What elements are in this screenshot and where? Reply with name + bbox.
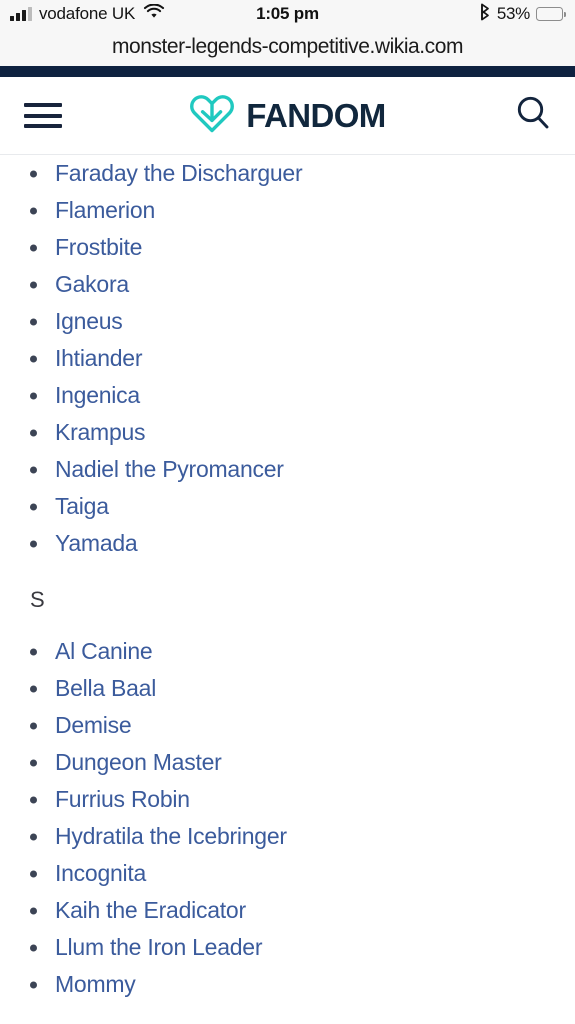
brand-name: FANDOM: [246, 97, 386, 134]
monster-link[interactable]: Llum the Iron Leader: [55, 936, 263, 959]
monster-link[interactable]: Igneus: [55, 310, 123, 333]
list-item: Igneus: [0, 303, 575, 340]
monster-link[interactable]: Incognita: [55, 862, 146, 885]
monster-link[interactable]: Ingenica: [55, 384, 140, 407]
monster-link[interactable]: Krampus: [55, 421, 146, 444]
list-bullet-icon: [30, 648, 37, 655]
list-bullet-icon: [30, 759, 37, 766]
fandom-logo-link[interactable]: FANDOM: [189, 92, 386, 139]
list-bullet-icon: [30, 392, 37, 399]
monster-link[interactable]: Frostbite: [55, 236, 142, 259]
mobile-browser-screen: vodafone UK 1:05 pm 53% monster-legends-…: [0, 0, 575, 1024]
monster-link[interactable]: Al Canine: [55, 640, 153, 663]
battery-percent-label: 53%: [496, 4, 530, 23]
list-bullet-icon: [30, 540, 37, 547]
list-item: Krampus: [0, 414, 575, 451]
list-item: Furrius Robin: [0, 781, 575, 818]
list-bullet-icon: [30, 429, 37, 436]
list-item: Frostbite: [0, 229, 575, 266]
list-bullet-icon: [30, 722, 37, 729]
list-item: Bella Baal: [0, 670, 575, 707]
list-item: Dungeon Master: [0, 744, 575, 781]
browser-url-bar[interactable]: monster-legends-competitive.wikia.com: [0, 28, 575, 66]
monster-link[interactable]: Ihtiander: [55, 347, 143, 370]
list-bullet-icon: [30, 833, 37, 840]
status-bar-left-group: vodafone UK: [10, 3, 479, 25]
list-bullet-icon: [30, 981, 37, 988]
cellular-signal-icon: [10, 6, 32, 21]
list-item: Nadiel the Pyromancer: [0, 451, 575, 488]
battery-icon: [536, 7, 566, 21]
url-text[interactable]: monster-legends-competitive.wikia.com: [112, 35, 463, 59]
monster-link[interactable]: Dungeon Master: [55, 751, 222, 774]
monster-link[interactable]: Hydratila the Icebringer: [55, 825, 287, 848]
section-heading: S: [30, 587, 45, 612]
list-bullet-icon: [30, 318, 37, 325]
status-bar: vodafone UK 1:05 pm 53%: [0, 0, 575, 28]
monster-link[interactable]: Kaih the Eradicator: [55, 899, 246, 922]
brand-wrap: FANDOM: [0, 92, 575, 139]
monster-link[interactable]: Furrius Robin: [55, 788, 190, 811]
list-bullet-icon: [30, 685, 37, 692]
list-bullet-icon: [30, 355, 37, 362]
wifi-icon: [143, 3, 165, 25]
list-item: Faraday the Discharguer: [0, 155, 575, 192]
monster-link[interactable]: Demise: [55, 714, 132, 737]
list-item: Yamada: [0, 525, 575, 562]
list-item: Al Canine: [0, 633, 575, 670]
site-accent-stripe: [0, 66, 575, 77]
list-bullet-icon: [30, 503, 37, 510]
list-item: Ingenica: [0, 377, 575, 414]
hamburger-menu-icon[interactable]: [24, 103, 62, 128]
monster-link[interactable]: Faraday the Discharguer: [55, 162, 303, 185]
monster-link[interactable]: Gakora: [55, 273, 129, 296]
monster-link[interactable]: Flamerion: [55, 199, 155, 222]
list-item: Incognita: [0, 855, 575, 892]
site-header: FANDOM: [0, 77, 575, 155]
article-content: Faraday the Discharguer Flamerion Frostbit…: [0, 155, 575, 1003]
list-item: Gakora: [0, 266, 575, 303]
monster-link-list: Al Canine Bella Baal Demise Dungeon Master F…: [0, 633, 575, 1003]
list-item: Hydratila the Icebringer: [0, 818, 575, 855]
monster-link[interactable]: Taiga: [55, 495, 109, 518]
list-item: Ihtiander: [0, 340, 575, 377]
carrier-name: vodafone UK: [39, 4, 136, 23]
list-item: Kaih the Eradicator: [0, 892, 575, 929]
monster-link[interactable]: Yamada: [55, 532, 138, 555]
list-item: Llum the Iron Leader: [0, 929, 575, 966]
list-bullet-icon: [30, 870, 37, 877]
list-item: Flamerion: [0, 192, 575, 229]
list-bullet-icon: [30, 244, 37, 251]
monster-link[interactable]: Mommy: [55, 973, 136, 996]
list-bullet-icon: [30, 207, 37, 214]
list-item: Taiga: [0, 488, 575, 525]
search-icon[interactable]: [513, 93, 553, 138]
monster-link-list: Faraday the Discharguer Flamerion Frostbit…: [0, 155, 575, 562]
list-bullet-icon: [30, 170, 37, 177]
status-bar-right-group: 53%: [479, 3, 566, 26]
list-item: Demise: [0, 707, 575, 744]
list-bullet-icon: [30, 466, 37, 473]
list-bullet-icon: [30, 796, 37, 803]
monster-link[interactable]: Bella Baal: [55, 677, 156, 700]
list-bullet-icon: [30, 281, 37, 288]
monster-link[interactable]: Nadiel the Pyromancer: [55, 458, 284, 481]
bluetooth-icon: [479, 3, 491, 26]
list-item: Mommy: [0, 966, 575, 1003]
list-bullet-icon: [30, 907, 37, 914]
fandom-heart-logo-icon: [189, 92, 235, 139]
list-bullet-icon: [30, 944, 37, 951]
